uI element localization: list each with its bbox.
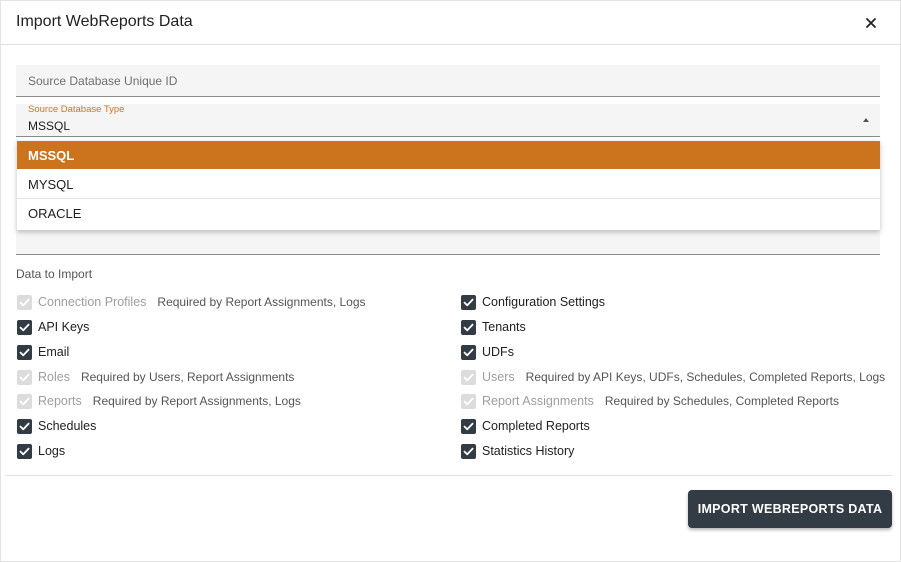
dialog-title: Import WebReports Data — [16, 13, 193, 30]
checkbox[interactable] — [461, 443, 476, 459]
dialog-header: Import WebReports Data — [1, 1, 900, 45]
checkbox-row-users: Users Required by API Keys, UDFs, Schedul… — [461, 368, 885, 386]
checkbox-label: Completed Reports — [482, 419, 590, 433]
caret-up-icon — [863, 118, 869, 122]
checkmark-icon — [19, 397, 30, 405]
checkmark-icon — [19, 422, 30, 430]
checkbox-label: Logs — [38, 444, 66, 458]
checkbox — [461, 393, 476, 409]
close-icon[interactable] — [861, 13, 881, 33]
checkbox-row-connection-profiles: Connection Profiles Required by Report As… — [17, 293, 366, 311]
checkmark-icon — [19, 348, 30, 356]
checkbox[interactable] — [461, 294, 476, 310]
option-label: MSSQL — [28, 148, 75, 163]
import-webreports-data-button[interactable]: IMPORT WEBREPORTS DATA — [688, 490, 892, 528]
checkbox — [461, 369, 476, 385]
checkmark-icon — [463, 422, 474, 430]
checkbox-row-schedules: Schedules — [17, 417, 96, 435]
checkbox-row-udfs: UDFs — [461, 343, 514, 361]
import-dialog: Import WebReports Data Source Database U… — [0, 0, 901, 562]
checkbox[interactable] — [17, 344, 32, 360]
section-label: Data to Import — [16, 267, 93, 281]
option-oracle[interactable]: ORACLE — [17, 199, 880, 227]
checkbox-row-statistics-history: Statistics History — [461, 442, 574, 460]
checkbox-row-completed-reports: Completed Reports — [461, 417, 590, 435]
checkmark-icon — [19, 373, 30, 381]
checkmark-icon — [19, 323, 30, 331]
checkmark-icon — [463, 298, 474, 306]
option-mssql[interactable]: MSSQL — [17, 141, 880, 169]
db-type-label: Source Database Type — [28, 104, 125, 115]
db-type-value: MSSQL — [28, 119, 71, 133]
checkbox-row-report-assignments: Report Assignments Required by Schedules,… — [461, 392, 839, 410]
checkbox-label: Report Assignments — [482, 394, 594, 408]
checkmark-icon — [463, 447, 474, 455]
checkbox-row-email: Email — [17, 343, 69, 361]
checkbox[interactable] — [17, 443, 32, 459]
obscured-field[interactable] — [16, 229, 880, 255]
checkbox-label: Configuration Settings — [482, 295, 605, 309]
requirement-hint: Required by API Keys, UDFs, Schedules, C… — [525, 370, 886, 384]
checkmark-icon — [463, 397, 474, 405]
checkbox-row-tenants: Tenants — [461, 318, 526, 336]
unique-id-placeholder: Source Database Unique ID — [28, 74, 178, 88]
footer-divider — [5, 475, 892, 476]
db-type-dropdown: MSSQL MYSQL ORACLE — [17, 141, 880, 230]
checkbox-row-api-keys: API Keys — [17, 318, 89, 336]
checkbox — [17, 294, 32, 310]
option-mysql[interactable]: MYSQL — [17, 170, 880, 199]
checkbox — [17, 369, 32, 385]
checkbox-row-reports: Reports Required by Report Assignments, L… — [17, 392, 301, 410]
checkbox[interactable] — [17, 418, 32, 434]
option-label: MYSQL — [28, 177, 74, 192]
checkbox — [17, 393, 32, 409]
checkbox-row-configuration-settings: Configuration Settings — [461, 293, 605, 311]
checkmark-icon — [19, 447, 30, 455]
checkbox[interactable] — [461, 319, 476, 335]
source-database-unique-id-input[interactable]: Source Database Unique ID — [16, 65, 880, 97]
checkbox-label: Connection Profiles — [38, 295, 147, 309]
requirement-hint: Required by Users, Report Assignments — [80, 370, 295, 384]
requirement-hint: Required by Report Assignments, Logs — [157, 295, 366, 309]
option-label: ORACLE — [28, 206, 82, 221]
checkbox-label: Users — [482, 370, 515, 384]
checkbox-row-roles: Roles Required by Users, Report Assignmen… — [17, 368, 294, 386]
checkbox-label: UDFs — [482, 345, 514, 359]
checkbox-label: Reports — [38, 394, 82, 408]
source-database-type-select[interactable]: Source Database Type MSSQL — [16, 104, 880, 137]
checkbox[interactable] — [461, 344, 476, 360]
checkbox[interactable] — [461, 418, 476, 434]
checkbox-label: Statistics History — [482, 444, 575, 458]
checkbox-row-logs: Logs — [17, 442, 65, 460]
checkbox[interactable] — [17, 319, 32, 335]
checkbox-label: Schedules — [38, 419, 97, 433]
checkbox-label: Roles — [38, 370, 70, 384]
checkmark-icon — [19, 298, 30, 306]
requirement-hint: Required by Report Assignments, Logs — [92, 394, 301, 408]
checkmark-icon — [463, 323, 474, 331]
requirement-hint: Required by Schedules, Completed Reports — [604, 394, 839, 408]
checkbox-label: API Keys — [38, 320, 90, 334]
checkbox-label: Tenants — [482, 320, 526, 334]
checkmark-icon — [463, 348, 474, 356]
checkmark-icon — [463, 373, 474, 381]
checkbox-label: Email — [38, 345, 70, 359]
